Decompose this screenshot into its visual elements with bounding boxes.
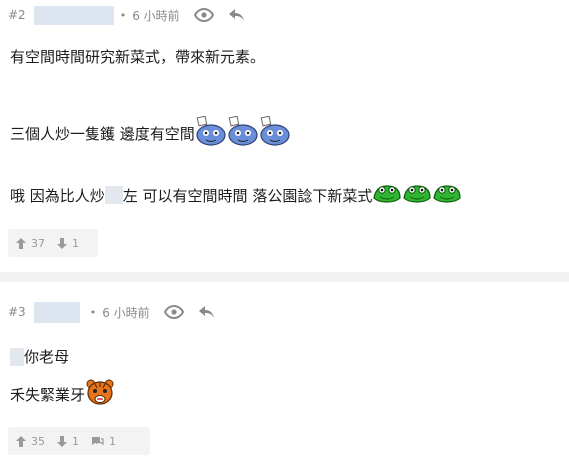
post-text: 哦 因為比人炒 <box>10 186 105 205</box>
post-time: 6 小時前 <box>132 8 180 23</box>
post-divider <box>0 272 569 282</box>
comment-bubble-icon <box>92 436 104 445</box>
meta-separator: • <box>89 305 97 319</box>
blue-face-emoji-icon <box>195 115 227 150</box>
floor-number: #3 <box>8 305 26 319</box>
post-meta: #3 • 6 小時前 <box>8 301 230 323</box>
downvote-count: 1 <box>72 434 79 448</box>
green-frog-emoji-icon <box>372 182 402 208</box>
post-time: 6 小時前 <box>102 305 150 320</box>
post-text: 三個人炒一隻鑊 邊度有空間 <box>10 124 195 143</box>
replies-button[interactable]: 1 <box>91 435 116 448</box>
reply-arrow-icon[interactable] <box>228 8 246 22</box>
post-text: 你老母 <box>24 348 70 366</box>
reply-count: 1 <box>109 434 116 448</box>
reply-post: #2 • 6 小時前 有空間時間研究新菜式，帶來新元素。 三個人炒一隻鑊 邊度有… <box>0 0 569 272</box>
downvote-button[interactable]: 1 <box>57 237 79 250</box>
post-text: 禾失緊業牙 <box>10 385 86 404</box>
post-text-line: 三個人炒一隻鑊 邊度有空間 <box>10 115 291 150</box>
blue-face-emoji-icon <box>227 115 259 150</box>
eye-icon[interactable] <box>193 8 214 22</box>
floor-number: #2 <box>8 8 26 22</box>
post-meta: #2 • 6 小時前 <box>8 5 260 25</box>
tiger-emoji-icon <box>85 378 115 410</box>
redacted-text <box>10 347 24 366</box>
meta-separator: • <box>119 8 127 22</box>
username-redacted[interactable] <box>33 5 114 25</box>
redacted-text <box>104 186 123 204</box>
thumb-down-arrow-icon <box>57 237 67 249</box>
upvote-count: 35 <box>31 434 45 448</box>
post-text-line: 有空間時間研究新菜式，帶來新元素。 <box>10 48 266 66</box>
thumb-up-arrow-icon <box>16 435 26 447</box>
upvote-button[interactable]: 35 <box>16 435 45 448</box>
blue-face-emoji-icon <box>259 115 291 150</box>
username-redacted[interactable] <box>33 301 80 323</box>
post-text: 左 可以有空間時間 落公園諗下新菜式 <box>122 186 373 205</box>
green-frog-emoji-icon <box>402 182 432 208</box>
vote-bar: 35 1 1 <box>8 427 150 455</box>
eye-icon[interactable] <box>163 305 184 319</box>
thumb-up-arrow-icon <box>16 237 26 249</box>
post-text-line: 哦 因為比人炒 左 可以有空間時間 落公園諗下新菜式 <box>10 182 462 208</box>
post-text-line: 禾失緊業牙 <box>10 378 115 410</box>
reply-post: #3 • 6 小時前 你老母 禾失緊業牙 35 1 1 <box>0 282 569 464</box>
upvote-button[interactable]: 37 <box>16 237 45 250</box>
reply-arrow-icon[interactable] <box>198 305 216 319</box>
thumb-down-arrow-icon <box>57 435 67 447</box>
downvote-button[interactable]: 1 <box>57 435 79 448</box>
vote-bar: 37 1 <box>8 229 98 257</box>
green-frog-emoji-icon <box>432 182 462 208</box>
downvote-count: 1 <box>72 236 79 250</box>
post-text-line: 你老母 <box>10 346 69 367</box>
upvote-count: 37 <box>31 236 45 250</box>
